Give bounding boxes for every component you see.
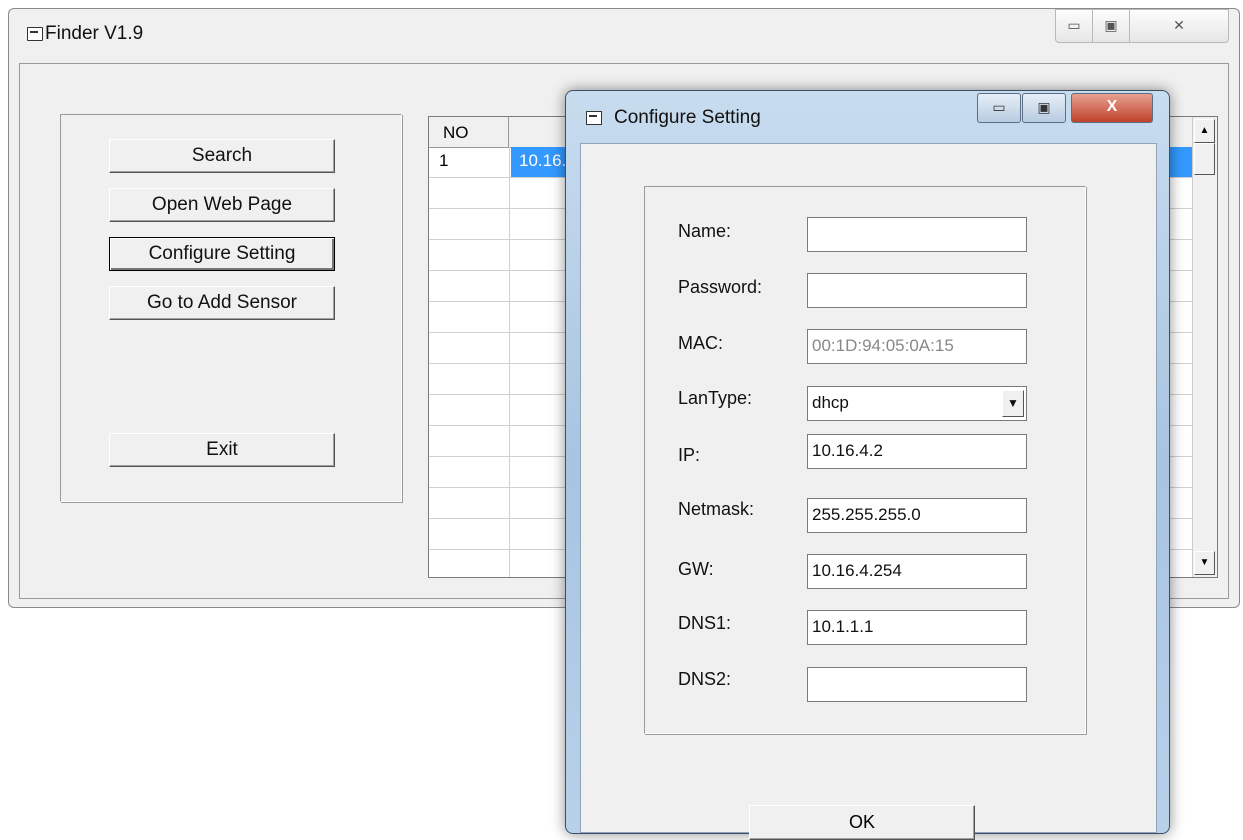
close-icon: X <box>1106 98 1118 115</box>
dialog-app-icon <box>586 111 602 125</box>
grid-column-divider <box>509 364 510 394</box>
dialog-minimize-button[interactable]: ▭ <box>977 93 1021 123</box>
maximize-button[interactable]: ▣ <box>1092 9 1130 43</box>
scroll-down-button[interactable]: ▼ <box>1194 551 1215 575</box>
scroll-thumb[interactable] <box>1194 143 1215 175</box>
maximize-icon: ▣ <box>1037 99 1051 115</box>
ip-label: IP: <box>678 445 701 465</box>
arrow-up-icon: ▲ <box>1199 125 1210 136</box>
dns2-label: DNS2: <box>678 669 732 689</box>
ok-button[interactable]: OK <box>749 805 975 840</box>
scroll-up-button[interactable]: ▲ <box>1194 119 1215 143</box>
exit-button[interactable]: Exit <box>109 433 335 467</box>
grid-column-divider <box>509 240 510 270</box>
minimize-icon: ▭ <box>1067 17 1081 33</box>
window-title-text: Finder V1.9 <box>45 23 144 44</box>
window-title: Finder V1.9 <box>35 23 143 45</box>
name-label: Name: <box>678 221 732 241</box>
grid-column-divider <box>509 550 510 577</box>
password-label: Password: <box>678 277 763 297</box>
minimize-icon: ▭ <box>992 99 1006 115</box>
button-group: Search Open Web Page Configure Setting G… <box>60 114 402 502</box>
dns1-label: DNS1: <box>678 613 732 633</box>
column-header-no[interactable]: NO <box>429 117 509 147</box>
cell-no: 1 <box>439 151 449 170</box>
vertical-scrollbar[interactable]: ▲ ▼ <box>1192 117 1217 577</box>
search-button[interactable]: Search <box>109 139 335 173</box>
grid-column-divider <box>509 519 510 549</box>
dialog-close-button[interactable]: X <box>1071 93 1153 123</box>
grid-column-divider <box>509 209 510 239</box>
grid-column-divider <box>509 302 510 332</box>
ip-field[interactable]: 10.16.4.2 <box>807 434 1027 469</box>
grid-column-divider <box>509 178 510 208</box>
grid-column-divider <box>509 271 510 301</box>
maximize-icon: ▣ <box>1104 17 1118 33</box>
grid-column-divider <box>509 426 510 456</box>
lantype-value: dhcp <box>812 393 849 412</box>
gw-field[interactable]: 10.16.4.254 <box>807 554 1027 589</box>
close-button[interactable]: ✕ <box>1129 9 1229 43</box>
configure-setting-dialog: Configure Setting ▭ ▣ X Name: Password: … <box>565 90 1170 840</box>
netmask-field[interactable]: 255.255.255.0 <box>807 498 1027 533</box>
lantype-select[interactable]: dhcp ▼ <box>807 386 1027 421</box>
grid-column-divider <box>509 488 510 518</box>
dialog-title: Configure Setting <box>614 107 761 128</box>
lantype-label: LanType: <box>678 388 753 408</box>
dialog-client-area: Name: Password: MAC: 00:1D:94:05:0A:15 L… <box>580 143 1157 840</box>
open-web-page-button[interactable]: Open Web Page <box>109 188 335 222</box>
minimize-button[interactable]: ▭ <box>1055 9 1093 43</box>
configure-setting-button[interactable]: Configure Setting <box>109 237 335 271</box>
mac-field: 00:1D:94:05:0A:15 <box>807 329 1027 364</box>
chevron-down-icon[interactable]: ▼ <box>1002 390 1024 417</box>
gw-label: GW: <box>678 559 714 579</box>
go-to-add-sensor-button[interactable]: Go to Add Sensor <box>109 286 335 320</box>
grid-column-divider <box>509 395 510 425</box>
close-icon: ✕ <box>1173 17 1185 33</box>
arrow-down-icon: ▼ <box>1199 557 1210 568</box>
dns2-field[interactable] <box>807 667 1027 702</box>
grid-column-divider <box>509 147 510 177</box>
dns1-field[interactable]: 10.1.1.1 <box>807 610 1027 645</box>
password-field[interactable] <box>807 273 1027 308</box>
mac-label: MAC: <box>678 333 723 353</box>
dialog-maximize-button[interactable]: ▣ <box>1022 93 1066 123</box>
grid-column-divider <box>509 457 510 487</box>
grid-column-divider <box>509 333 510 363</box>
settings-group: Name: Password: MAC: 00:1D:94:05:0A:15 L… <box>644 186 1086 734</box>
name-field[interactable] <box>807 217 1027 252</box>
netmask-label: Netmask: <box>678 499 755 519</box>
